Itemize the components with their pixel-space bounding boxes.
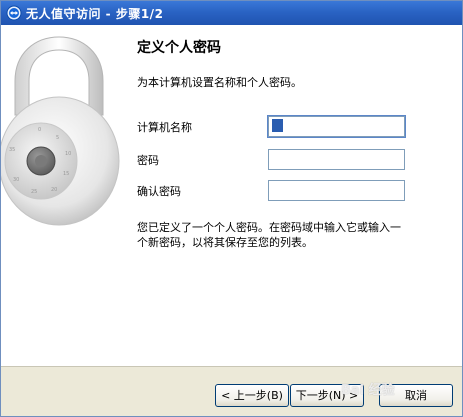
svg-text:15: 15	[63, 171, 69, 177]
wizard-window: 无人值守访问 - 步骤1/2 0 5 10 15 20 25 30 35 定义个…	[0, 0, 463, 417]
svg-text:35: 35	[9, 147, 15, 153]
password-field[interactable]	[268, 149, 405, 170]
title-bar[interactable]: 无人值守访问 - 步骤1/2	[1, 1, 462, 25]
svg-text:5: 5	[56, 135, 59, 141]
combination-padlock-icon: 0 5 10 15 20 25 30 35	[1, 36, 120, 226]
svg-text:30: 30	[13, 177, 19, 183]
info-note: 您已定义了一个个人密码。在密码域中输入它或输入一个新密码，以将其保存至您的列表。	[137, 221, 401, 249]
computer-name-label: 计算机名称	[137, 121, 192, 134]
computer-name-input[interactable]	[267, 115, 406, 138]
window-title: 无人值守访问 - 步骤1/2	[26, 7, 164, 21]
svg-text:20: 20	[51, 187, 57, 193]
svg-text:25: 25	[31, 189, 37, 195]
confirm-password-field[interactable]	[268, 180, 405, 201]
page-subtitle: 为本计算机设置名称和个人密码。	[137, 76, 302, 89]
teamviewer-icon	[6, 5, 22, 21]
watermark: Bai 经验	[341, 383, 395, 398]
svg-text:0: 0	[38, 127, 41, 133]
password-label: 密码	[137, 154, 159, 167]
svg-text:10: 10	[65, 151, 71, 157]
back-button[interactable]: < 上一步(B)	[215, 384, 289, 407]
text-cursor-selection	[272, 119, 283, 132]
confirm-password-label: 确认密码	[137, 185, 181, 198]
page-heading: 定义个人密码	[137, 40, 221, 56]
wizard-content: 0 5 10 15 20 25 30 35 定义个人密码 为本计算机设置名称和个…	[1, 25, 462, 366]
